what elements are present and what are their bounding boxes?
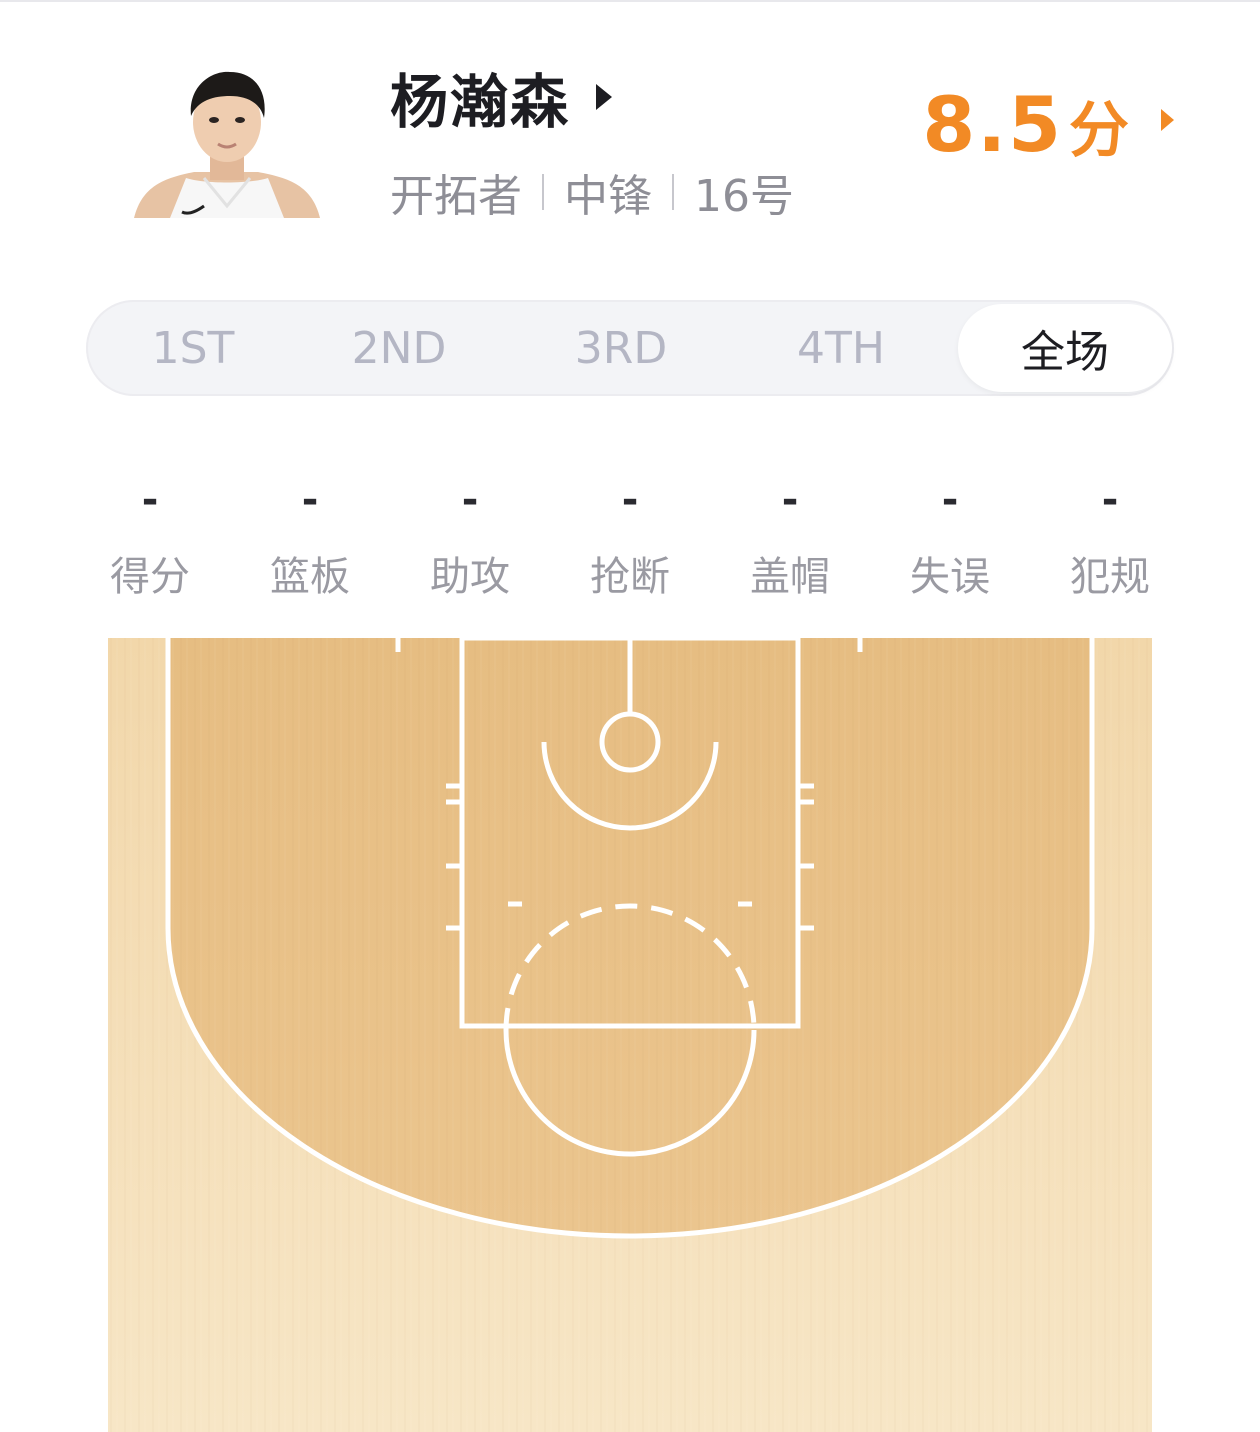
- stat-label: 篮板: [270, 554, 350, 600]
- stat-label: 助攻: [430, 554, 510, 600]
- meta-divider: [542, 174, 544, 210]
- meta-divider: [672, 174, 674, 210]
- player-avatar[interactable]: [134, 66, 320, 218]
- half-court-diagram: [108, 638, 1152, 1432]
- tab-full-game[interactable]: 全场: [958, 304, 1172, 392]
- tab-2nd[interactable]: 2ND: [292, 304, 506, 392]
- tab-1st[interactable]: 1ST: [86, 304, 300, 392]
- player-name-link[interactable]: 杨瀚森: [390, 62, 613, 136]
- player-detail-page: 杨瀚森 开拓者 中锋 16号 8.5 分 1ST 2ND 3RD 4TH 全场 …: [0, 0, 1260, 1432]
- stat-value: -: [301, 477, 319, 523]
- stat-value: -: [941, 477, 959, 523]
- stat-label: 失误: [910, 554, 990, 600]
- stats-summary: - 得分 - 篮板 - 助攻 - 抢断 - 盖帽 - 失误 - 犯规: [70, 470, 1190, 600]
- caret-right-icon: [596, 84, 613, 110]
- player-team: 开拓者: [390, 171, 522, 222]
- top-divider: [0, 0, 1260, 2]
- tab-4th[interactable]: 4TH: [734, 304, 948, 392]
- rating-unit: 分: [1069, 96, 1129, 166]
- quarter-tabs: 1ST 2ND 3RD 4TH 全场: [86, 300, 1174, 396]
- player-position: 中锋: [564, 171, 652, 222]
- player-number: 16号: [694, 171, 794, 222]
- stat-label: 盖帽: [750, 554, 830, 600]
- rating-value: 8.5: [922, 80, 1063, 169]
- stat-label: 抢断: [590, 554, 670, 600]
- stat-value: -: [1101, 477, 1119, 523]
- player-portrait-image: [134, 71, 320, 218]
- stat-steals: - 抢断: [550, 470, 710, 602]
- shot-chart-court: [108, 638, 1152, 1432]
- stat-assists: - 助攻: [390, 470, 550, 602]
- stat-label: 得分: [110, 554, 190, 600]
- stat-value: -: [781, 477, 799, 523]
- stat-value: -: [461, 477, 479, 523]
- stat-turnovers: - 失误: [870, 470, 1030, 602]
- stat-blocks: - 盖帽: [710, 470, 870, 602]
- tab-3rd[interactable]: 3RD: [514, 304, 728, 392]
- stat-fouls: - 犯规: [1030, 470, 1190, 602]
- stat-points: - 得分: [70, 470, 230, 602]
- caret-right-icon: [1161, 109, 1174, 131]
- stat-value: -: [141, 477, 159, 523]
- stat-rebounds: - 篮板: [230, 470, 390, 602]
- stat-value: -: [621, 477, 639, 523]
- player-name: 杨瀚森: [390, 68, 571, 136]
- stat-label: 犯规: [1070, 554, 1150, 600]
- player-rating-link[interactable]: 8.5 分: [922, 80, 1174, 169]
- player-meta: 开拓者 中锋 16号: [390, 164, 794, 222]
